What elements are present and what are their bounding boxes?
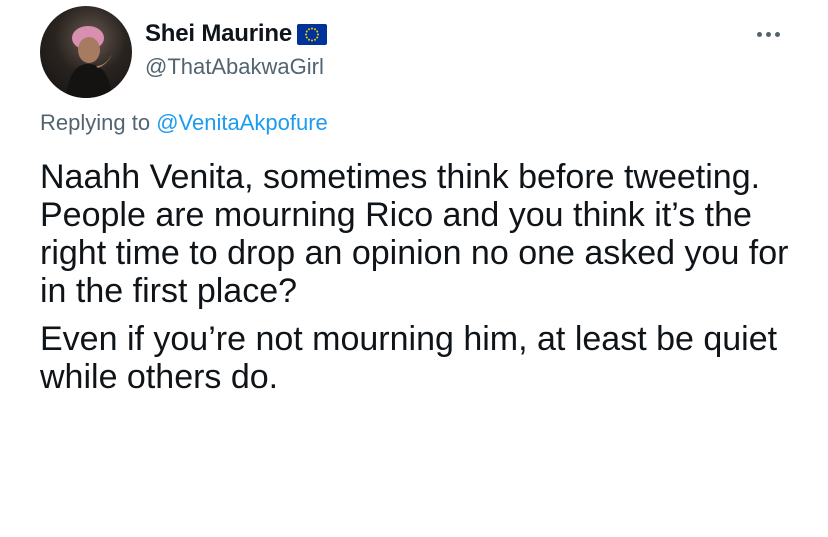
tweet-paragraph-text: Naahh Venita, sometimes think before twe… bbox=[40, 158, 789, 310]
tweet-text: Naahh Venita, sometimes think before twe… bbox=[40, 158, 810, 396]
reply-mention-link[interactable]: @VenitaAkpofure bbox=[156, 110, 328, 135]
display-name[interactable]: Shei Maurine bbox=[145, 20, 292, 48]
author-name-row: Shei Maurine bbox=[145, 20, 327, 48]
avatar[interactable] bbox=[40, 6, 132, 98]
tweet-paragraph: Naahh Venita, sometimes think before twe… bbox=[40, 158, 810, 310]
more-options-icon[interactable] bbox=[750, 24, 786, 44]
author-handle[interactable]: @ThatAbakwaGirl bbox=[145, 54, 324, 80]
replying-to-label: Replying to bbox=[40, 110, 151, 135]
tweet-paragraph-text: Even if you’re not mourning him, at leas… bbox=[40, 320, 778, 396]
more-dot bbox=[765, 31, 771, 37]
replying-to-line: Replying to @VenitaAkpofure bbox=[40, 110, 328, 136]
tweet-paragraph: Even if you’re not mourning him, at leas… bbox=[40, 320, 810, 396]
more-dot bbox=[756, 31, 762, 37]
eu-flag-icon bbox=[296, 23, 327, 45]
avatar-photo bbox=[66, 26, 112, 98]
more-dot bbox=[774, 31, 780, 37]
